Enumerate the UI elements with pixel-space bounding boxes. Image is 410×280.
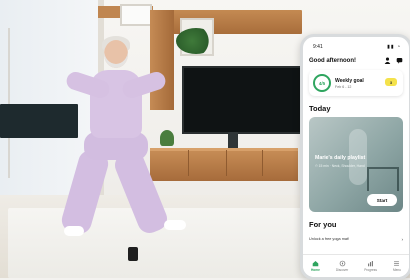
tab-discover[interactable]: Discover [336,260,348,272]
for-you-heading: For you [309,220,337,229]
progress-icon [368,261,374,267]
chat-icon[interactable] [396,57,403,64]
exercising-woman [59,36,200,246]
small-frame [228,132,238,148]
phone-stand-device [128,247,138,261]
tab-progress[interactable]: Progress [364,260,377,272]
today-heading: Today [309,104,331,113]
greeting-title: Good afternoon! [309,57,356,64]
bottom-tab-bar: Home Discover Progress Menu [303,254,409,277]
arrow-right-icon: › [401,237,404,242]
wooden-shelf [152,10,302,34]
tab-home-label: Home [310,268,320,272]
promo-row[interactable]: Unlock a free yoga mat! › [309,237,404,242]
menu-icon [394,261,400,266]
discover-icon [339,260,345,267]
tab-home[interactable]: Home [311,260,320,272]
tab-menu[interactable]: Menu [393,260,401,272]
goal-dates: Feb 6 - 12 [335,84,352,89]
tab-menu-label: Menu [392,268,401,272]
playlist-meta: ⏱ 15 min · Neck, Shoulder, Hand [315,164,365,168]
weekly-goal-card[interactable]: 4/5 Weekly goal Feb 6 - 12 3 [309,70,403,96]
header: Good afternoon! [303,51,409,64]
phone-app-screen: 9:41 ▮▮ ◔ Good afternoon! 4/5 Weekly goa… [300,34,410,280]
start-button[interactable]: Start [367,194,397,206]
goal-badge: 3 [385,78,397,86]
person-icon[interactable] [384,57,391,64]
home-icon [312,261,319,267]
daily-playlist-card[interactable]: Marie's daily playlist ⏱ 15 min · Neck, … [309,117,403,212]
television [182,66,308,134]
playlist-chair [367,167,399,191]
picture-frame [120,4,152,26]
status-icons: ▮▮ ◔ [387,44,401,50]
tab-discover-label: Discover [335,268,349,272]
tab-progress-label: Progress [364,268,377,272]
goal-title: Weekly goal [335,77,364,84]
status-bar: 9:41 ▮▮ ◔ [303,37,409,51]
status-time: 9:41 [313,44,323,50]
goal-progress-ring: 4/5 [313,74,331,92]
playlist-title: Marie's daily playlist [315,155,366,161]
promo-text: Unlock a free yoga mat! [309,237,350,241]
